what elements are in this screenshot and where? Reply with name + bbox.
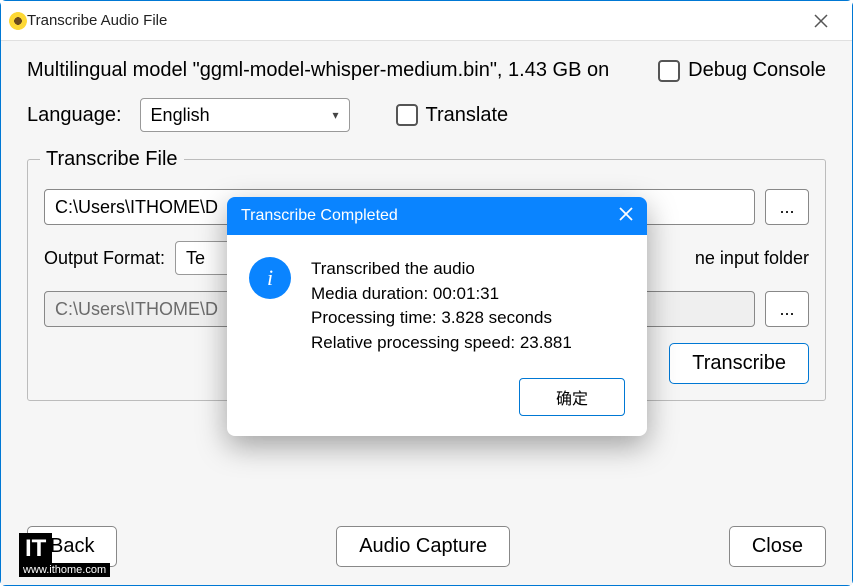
back-button[interactable]: Back xyxy=(27,526,117,567)
ellipsis-icon: ... xyxy=(779,299,794,320)
output-format-value: Te xyxy=(186,248,205,269)
browse-input-button[interactable]: ... xyxy=(765,189,809,225)
dialog-line-2: Media duration: 00:01:31 xyxy=(311,282,572,307)
debug-console-label: Debug Console xyxy=(688,59,826,82)
dialog-line-3: Processing time: 3.828 seconds xyxy=(311,306,572,331)
close-icon xyxy=(814,14,828,28)
window-title: Transcribe Audio File xyxy=(27,12,798,29)
model-info-text: Multilingual model "ggml-model-whisper-m… xyxy=(27,59,609,82)
language-value: English xyxy=(151,105,210,126)
window-close-button[interactable] xyxy=(798,1,844,41)
transcribe-button[interactable]: Transcribe xyxy=(669,343,809,384)
info-icon: i xyxy=(249,257,291,299)
transcribe-completed-dialog: Transcribe Completed i Transcribed the a… xyxy=(227,197,647,436)
close-icon xyxy=(619,207,633,221)
input-folder-hint: ne input folder xyxy=(695,248,809,269)
dialog-line-4: Relative processing speed: 23.881 xyxy=(311,331,572,356)
checkbox-box xyxy=(396,104,418,126)
chevron-down-icon: ▾ xyxy=(333,108,339,122)
bottom-bar: Back Audio Capture Close xyxy=(1,526,852,567)
group-legend: Transcribe File xyxy=(40,148,184,171)
dialog-message: Transcribed the audio Media duration: 00… xyxy=(311,257,572,356)
dialog-line-1: Transcribed the audio xyxy=(311,257,572,282)
browse-output-button[interactable]: ... xyxy=(765,291,809,327)
output-format-label: Output Format: xyxy=(44,248,165,269)
translate-checkbox[interactable]: Translate xyxy=(396,104,509,127)
language-select[interactable]: English ▾ xyxy=(140,98,350,132)
dialog-close-button[interactable] xyxy=(619,207,633,226)
dialog-title: Transcribe Completed xyxy=(241,207,398,225)
audio-capture-button[interactable]: Audio Capture xyxy=(336,526,510,567)
close-button[interactable]: Close xyxy=(729,526,826,567)
language-label: Language: xyxy=(27,104,122,127)
checkbox-box xyxy=(658,60,680,82)
app-icon xyxy=(9,12,27,30)
ellipsis-icon: ... xyxy=(779,197,794,218)
debug-console-checkbox[interactable]: Debug Console xyxy=(658,59,826,82)
dialog-titlebar: Transcribe Completed xyxy=(227,197,647,235)
translate-label: Translate xyxy=(426,104,509,127)
titlebar: Transcribe Audio File xyxy=(1,1,852,41)
dialog-ok-button[interactable]: 确定 xyxy=(519,378,625,416)
